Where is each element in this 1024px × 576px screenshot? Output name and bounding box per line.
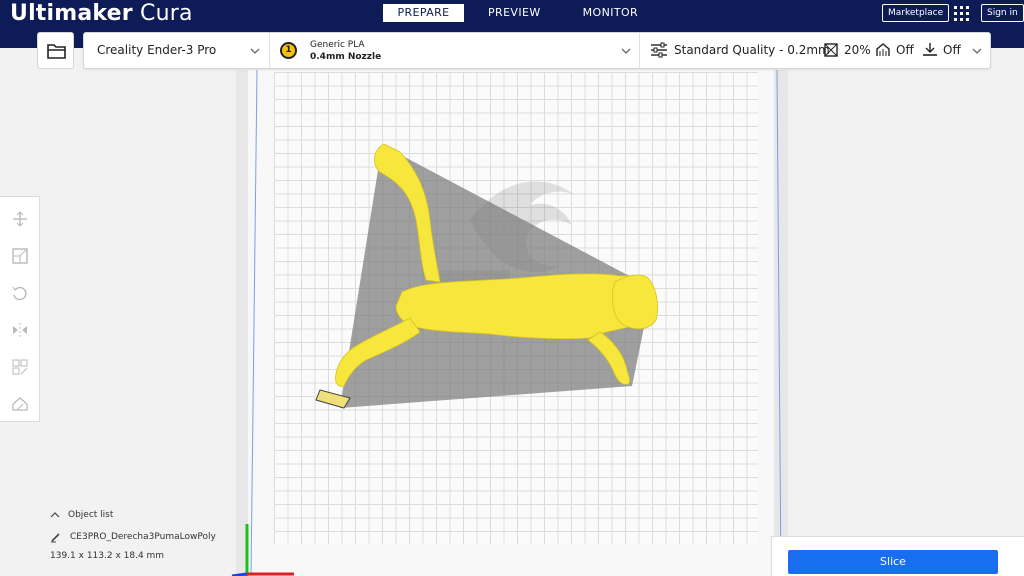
object-list-toggle[interactable]: Object list bbox=[68, 510, 113, 520]
chevron-down-icon[interactable] bbox=[972, 46, 982, 56]
mirror-tool-icon[interactable] bbox=[11, 321, 29, 339]
scale-tool-icon[interactable] bbox=[11, 247, 29, 265]
print-setup-toolbar: Creality Ender-3 Pro 1 Generic PLA 0.4mm… bbox=[83, 32, 991, 69]
viewport[interactable] bbox=[0, 70, 1024, 576]
folder-icon bbox=[47, 44, 66, 59]
scene-overlay bbox=[231, 70, 782, 576]
chevron-up-icon[interactable] bbox=[50, 511, 60, 519]
build-volume-edge-right bbox=[776, 70, 782, 576]
nozzle-size[interactable]: 0.4mm Nozzle bbox=[310, 52, 381, 62]
per-model-settings-icon[interactable] bbox=[11, 358, 29, 376]
slice-panel: Slice bbox=[771, 536, 1024, 576]
support-blocker-icon[interactable] bbox=[11, 395, 29, 413]
support-icon bbox=[876, 43, 890, 56]
object-dimensions: 139.1 x 113.2 x 18.4 mm bbox=[50, 551, 165, 561]
stage-tabs: PREPARE PREVIEW MONITOR bbox=[383, 4, 662, 22]
extruder-icon: 1 bbox=[280, 42, 297, 59]
app-logo: Ultimaker Cura bbox=[10, 1, 193, 26]
settings-sliders-icon bbox=[651, 42, 667, 58]
build-volume-edge-left bbox=[250, 70, 258, 576]
chevron-down-icon[interactable] bbox=[621, 46, 631, 56]
edit-pencil-icon bbox=[51, 533, 60, 543]
tab-preview[interactable]: PREVIEW bbox=[470, 4, 559, 22]
sign-in-button[interactable]: Sign in bbox=[981, 4, 1024, 22]
chevron-down-icon[interactable] bbox=[250, 46, 260, 56]
move-tool-icon[interactable] bbox=[11, 210, 29, 228]
apps-grid-icon[interactable] bbox=[954, 6, 969, 21]
toolbar-divider bbox=[269, 33, 270, 68]
transform-toolbar bbox=[0, 196, 40, 422]
adhesion-icon bbox=[923, 43, 937, 56]
rotate-tool-icon[interactable] bbox=[11, 284, 29, 302]
tab-monitor[interactable]: MONITOR bbox=[565, 4, 656, 22]
open-file-button[interactable] bbox=[37, 32, 74, 69]
material-name[interactable]: Generic PLA bbox=[310, 40, 365, 50]
infill-value[interactable]: 20% bbox=[844, 43, 871, 57]
adhesion-value[interactable]: Off bbox=[943, 43, 961, 57]
tab-prepare[interactable]: PREPARE bbox=[383, 4, 464, 22]
object-name[interactable]: CE3PRO_Derecha3PumaLowPoly bbox=[70, 532, 216, 542]
slice-button[interactable]: Slice bbox=[788, 550, 998, 574]
printer-selector[interactable]: Creality Ender-3 Pro bbox=[97, 43, 216, 57]
marketplace-button[interactable]: Marketplace bbox=[882, 4, 950, 22]
toolbar-divider bbox=[639, 33, 640, 68]
quality-profile[interactable]: Standard Quality - 0.2mm bbox=[674, 43, 830, 57]
infill-icon bbox=[824, 43, 838, 57]
support-value[interactable]: Off bbox=[896, 43, 914, 57]
